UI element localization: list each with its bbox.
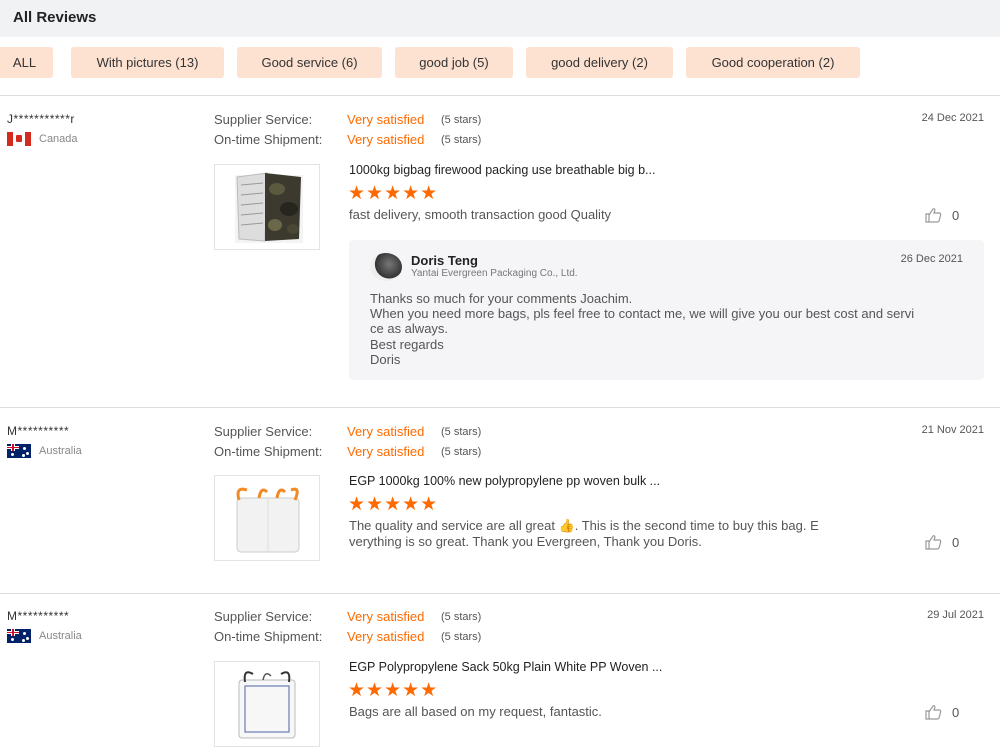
supplier-service-label: Supplier Service:	[214, 424, 313, 439]
reply-date: 26 Dec 2021	[900, 253, 963, 265]
reviewer-name: J***********r	[7, 112, 75, 126]
product-thumbnail[interactable]	[214, 661, 320, 747]
reviewer-name: M**********	[7, 609, 70, 623]
like-count: 0	[952, 207, 960, 223]
review-item: M********** Australia Supplier Service: …	[0, 609, 1000, 750]
like-count: 0	[952, 704, 960, 720]
filter-chip-good-job[interactable]: good job (5)	[395, 47, 513, 78]
product-thumbnail[interactable]	[214, 164, 320, 250]
supplier-service-rating: Very satisfied	[347, 424, 425, 439]
reviewer-country: Australia	[7, 629, 82, 643]
country-label: Australia	[39, 630, 82, 642]
australia-flag-icon	[7, 629, 31, 643]
reply-author: Doris Teng	[411, 253, 478, 268]
reply-line: When you need more bags, pls feel free t…	[370, 306, 915, 321]
comment-line: The quality and service are all great 👍.…	[349, 518, 819, 533]
filter-bar: ALL With pictures (13) Good service (6) …	[0, 47, 1000, 78]
supplier-service-label: Supplier Service:	[214, 112, 313, 127]
reviewer-country: Australia	[7, 444, 82, 458]
reviews-header: All Reviews	[0, 0, 1000, 37]
review-comment: The quality and service are all great 👍.…	[349, 518, 864, 550]
filter-chip-good-delivery[interactable]: good delivery (2)	[526, 47, 673, 78]
filter-chip-all[interactable]: ALL	[0, 47, 53, 78]
reply-line: Thanks so much for your comments Joachim…	[370, 291, 633, 306]
reply-line: ce as always.	[370, 321, 449, 336]
product-title[interactable]: 1000kg bigbag firewood packing use breat…	[349, 163, 655, 177]
review-stars: ★★★★★	[348, 680, 439, 701]
firewood-bag-image	[235, 172, 303, 243]
review-date: 21 Nov 2021	[921, 424, 984, 436]
country-label: Canada	[39, 133, 78, 145]
filter-chip-good-service[interactable]: Good service (6)	[237, 47, 382, 78]
filter-chip-with-pictures[interactable]: With pictures (13)	[71, 47, 224, 78]
avatar	[370, 253, 402, 281]
pp-sack-image	[238, 671, 296, 739]
ontime-shipment-stars: (5 stars)	[441, 446, 482, 458]
supplier-service-rating: Very satisfied	[347, 609, 425, 624]
thumbs-up-icon	[925, 208, 942, 223]
reply-company: Yantai Evergreen Packaging Co., Ltd.	[411, 268, 578, 279]
thumbs-up-icon	[925, 535, 942, 550]
supplier-service-label: Supplier Service:	[214, 609, 313, 624]
ontime-shipment-label: On-time Shipment:	[214, 629, 323, 644]
reviewer-country: Canada	[7, 132, 78, 146]
country-label: Australia	[39, 445, 82, 457]
like-button[interactable]: 0	[925, 704, 959, 720]
ontime-shipment-label: On-time Shipment:	[214, 132, 323, 147]
comment-line: verything is so great. Thank you Evergre…	[349, 534, 702, 549]
product-title[interactable]: EGP Polypropylene Sack 50kg Plain White …	[349, 660, 662, 674]
ontime-shipment-stars: (5 stars)	[441, 134, 482, 146]
product-title[interactable]: EGP 1000kg 100% new polypropylene pp wov…	[349, 474, 660, 488]
review-item: J***********r Canada Supplier Service: V…	[0, 112, 1000, 392]
australia-flag-icon	[7, 444, 31, 458]
reviewer-name: M**********	[7, 424, 70, 438]
like-button[interactable]: 0	[925, 534, 959, 550]
product-thumbnail[interactable]	[214, 475, 320, 561]
page-title: All Reviews	[13, 9, 97, 26]
review-date: 24 Dec 2021	[921, 112, 984, 124]
supplier-service-stars: (5 stars)	[441, 611, 482, 623]
ontime-shipment-label: On-time Shipment:	[214, 444, 323, 459]
bulk-bag-image	[236, 487, 300, 553]
comment-line: fast delivery, smooth transaction good Q…	[349, 207, 612, 222]
ontime-shipment-rating: Very satisfied	[347, 444, 425, 459]
reply-line: Best regards	[370, 337, 444, 352]
review-date: 29 Jul 2021	[927, 609, 984, 621]
review-comment: Bags are all based on my request, fantas…	[349, 704, 864, 720]
supplier-reply: Doris Teng Yantai Evergreen Packaging Co…	[349, 240, 984, 380]
reply-line: Doris	[370, 352, 401, 367]
ontime-shipment-rating: Very satisfied	[347, 629, 425, 644]
review-item: M********** Australia Supplier Service: …	[0, 424, 1000, 584]
like-button[interactable]: 0	[925, 207, 959, 223]
supplier-service-stars: (5 stars)	[441, 426, 482, 438]
supplier-service-rating: Very satisfied	[347, 112, 425, 127]
review-stars: ★★★★★	[348, 494, 439, 515]
filter-chip-good-cooperation[interactable]: Good cooperation (2)	[686, 47, 860, 78]
review-stars: ★★★★★	[348, 183, 439, 204]
review-comment: fast delivery, smooth transaction good Q…	[349, 207, 864, 223]
ontime-shipment-stars: (5 stars)	[441, 631, 482, 643]
supplier-service-stars: (5 stars)	[441, 114, 482, 126]
canada-flag-icon	[7, 132, 31, 146]
comment-line: Bags are all based on my request, fantas…	[349, 704, 602, 719]
thumbs-up-icon	[925, 705, 942, 720]
divider	[0, 593, 1000, 594]
ontime-shipment-rating: Very satisfied	[347, 132, 425, 147]
divider	[0, 407, 1000, 408]
divider	[0, 95, 1000, 96]
like-count: 0	[952, 534, 960, 550]
